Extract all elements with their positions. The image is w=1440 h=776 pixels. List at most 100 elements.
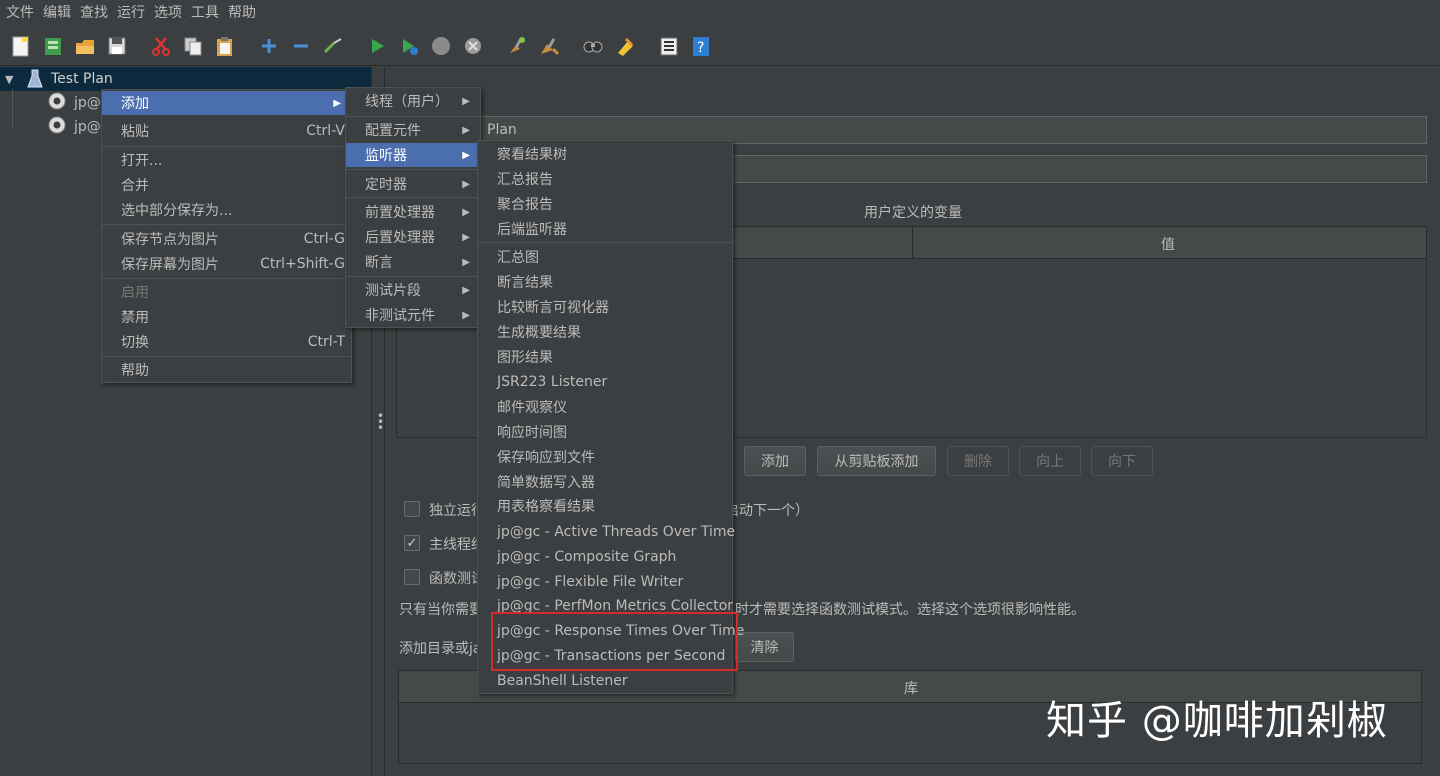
clear-icon[interactable] — [504, 33, 530, 59]
gear-icon — [46, 90, 68, 116]
menu-item-toggle[interactable]: 切换 Ctrl-T — [102, 330, 351, 354]
copy-icon[interactable] — [180, 33, 206, 59]
submenu-item-threads[interactable]: 线程（用户） ▶ — [346, 89, 480, 113]
drag-handle-icon[interactable]: • • • — [377, 410, 384, 434]
run-groups-consecutively-checkbox[interactable] — [404, 501, 420, 517]
search-icon[interactable] — [580, 33, 606, 59]
listener-item[interactable]: 汇总图 — [478, 245, 732, 269]
listener-item[interactable]: jp@gc - Flexible File Writer — [478, 570, 732, 594]
menu-help[interactable]: 帮助 — [226, 2, 263, 22]
expand-icon[interactable] — [256, 33, 282, 59]
flask-icon — [27, 69, 43, 93]
listener-item[interactable]: 邮件观察仪 — [478, 395, 732, 419]
teardown-checkbox[interactable]: ✓ — [404, 535, 420, 551]
submenu-item-test-fragment[interactable]: 测试片段 ▶ — [346, 278, 480, 302]
chevron-right-icon: ▶ — [462, 206, 470, 218]
menu-run[interactable]: 运行 — [115, 2, 152, 22]
reset-search-icon[interactable] — [612, 33, 638, 59]
listener-item[interactable]: JSR223 Listener — [478, 370, 732, 394]
submenu-item-preprocessor[interactable]: 前置处理器 ▶ — [346, 200, 480, 224]
down-button[interactable]: 向下 — [1091, 446, 1153, 476]
submenu-item-non-test[interactable]: 非测试元件 ▶ — [346, 303, 480, 327]
up-button[interactable]: 向上 — [1019, 446, 1081, 476]
clear-all-icon[interactable] — [536, 33, 562, 59]
open-icon[interactable] — [72, 33, 98, 59]
start-no-pause-icon[interactable] — [396, 33, 422, 59]
tree-node-label: jp@ — [74, 95, 101, 111]
chevron-down-icon[interactable]: ▼ — [5, 73, 13, 86]
menu-item-save-node-image[interactable]: 保存节点为图片 Ctrl-G — [102, 227, 351, 251]
listener-item[interactable]: 后端监听器 — [478, 217, 732, 241]
svg-text:?: ? — [697, 40, 704, 56]
menu-item-open[interactable]: 打开... — [102, 148, 351, 172]
cut-icon[interactable] — [148, 33, 174, 59]
classpath-label: 添加目录或ja — [399, 641, 482, 657]
menu-item-paste[interactable]: 粘贴 Ctrl-V — [102, 119, 351, 143]
menu-item-add[interactable]: 添加 ▶ — [102, 91, 351, 115]
chevron-right-icon: ▶ — [333, 97, 341, 109]
templates-icon[interactable] — [40, 33, 66, 59]
help-icon[interactable]: ? — [688, 33, 714, 59]
listener-item[interactable]: 生成概要结果 — [478, 320, 732, 344]
menu-item-merge[interactable]: 合并 — [102, 173, 351, 197]
start-icon[interactable] — [364, 33, 390, 59]
new-icon[interactable] — [8, 33, 34, 59]
paste-icon[interactable] — [212, 33, 238, 59]
listener-item[interactable]: 聚合报告 — [478, 192, 732, 216]
chevron-right-icon: ▶ — [462, 95, 470, 107]
context-menu: 添加 ▶ 粘贴 Ctrl-V 打开... 合并 选中部分保存为... 保存节点为图片… — [101, 89, 352, 383]
add-button[interactable]: 添加 — [744, 446, 806, 476]
user-vars-title: 用户定义的变量 — [864, 205, 962, 221]
toggle-icon[interactable] — [320, 33, 346, 59]
tree-node-label: jp@ — [74, 119, 101, 135]
add-from-clipboard-button[interactable]: 从剪贴板添加 — [817, 446, 936, 476]
listener-item[interactable]: 察看结果树 — [478, 142, 732, 166]
listener-item[interactable]: 汇总报告 — [478, 167, 732, 191]
tree-node-listener-1[interactable]: jp@ — [46, 91, 101, 115]
menu-edit[interactable]: 编辑 — [41, 2, 78, 22]
stop-icon[interactable] — [428, 33, 454, 59]
functional-mode-checkbox[interactable] — [404, 569, 420, 585]
listener-item[interactable]: 简单数据写入器 — [478, 470, 732, 494]
tree-node-listener-2[interactable]: jp@ — [46, 115, 101, 139]
menu-item-save-selection[interactable]: 选中部分保存为... — [102, 198, 351, 222]
chevron-right-icon: ▶ — [462, 256, 470, 268]
menu-item-enable[interactable]: 启用 — [102, 280, 351, 304]
menu-file[interactable]: 文件 — [4, 2, 41, 22]
tree-node-label: Test Plan — [51, 71, 113, 87]
tree-node-test-plan[interactable]: ▼ Test Plan — [0, 67, 371, 91]
menu-tools[interactable]: 工具 — [189, 2, 226, 22]
column-header-library[interactable]: 库 — [904, 678, 918, 698]
submenu-item-postprocessor[interactable]: 后置处理器 ▶ — [346, 225, 480, 249]
functional-mode-note: 只有当你需要 — [399, 602, 483, 618]
chevron-right-icon: ▶ — [462, 309, 470, 321]
submenu-item-timer[interactable]: 定时器 ▶ — [346, 172, 480, 196]
save-icon[interactable] — [104, 33, 130, 59]
menu-item-help[interactable]: 帮助 — [102, 358, 351, 382]
listener-item[interactable]: 图形结果 — [478, 345, 732, 369]
menubar: 文件 编辑 查找 运行 选项 工具 帮助 — [0, 0, 1440, 24]
listener-item[interactable]: 比较断言可视化器 — [478, 295, 732, 319]
function-helper-icon[interactable] — [656, 33, 682, 59]
functional-mode-note-tail: 时才需要选择函数测试模式。选择这个选项很影响性能。 — [735, 602, 1085, 618]
submenu-item-assertion[interactable]: 断言 ▶ — [346, 250, 480, 274]
menu-options[interactable]: 选项 — [152, 2, 189, 22]
collapse-icon[interactable] — [288, 33, 314, 59]
listener-item[interactable]: 保存响应到文件 — [478, 445, 732, 469]
submenu-item-listener[interactable]: 监听器 ▶ — [346, 143, 480, 167]
menu-item-save-screen-image[interactable]: 保存屏幕为图片 Ctrl+Shift-G — [102, 252, 351, 276]
shutdown-icon[interactable] — [460, 33, 486, 59]
listener-item[interactable]: 断言结果 — [478, 270, 732, 294]
delete-button[interactable]: 删除 — [947, 446, 1009, 476]
watermark: 知乎 @咖啡加剁椒 — [1046, 698, 1388, 744]
chevron-right-icon: ▶ — [462, 149, 470, 161]
submenu-item-config[interactable]: 配置元件 ▶ — [346, 118, 480, 142]
listener-item[interactable]: 用表格察看结果 — [478, 494, 732, 518]
column-header-value[interactable]: 值 — [1161, 234, 1175, 254]
listener-item[interactable]: jp@gc - Composite Graph — [478, 545, 732, 569]
listener-item[interactable]: 响应时间图 — [478, 420, 732, 444]
listener-item[interactable]: BeanShell Listener — [478, 669, 732, 693]
menu-item-disable[interactable]: 禁用 — [102, 305, 351, 329]
listener-item[interactable]: jp@gc - Active Threads Over Time — [478, 520, 735, 544]
menu-search[interactable]: 查找 — [78, 2, 115, 22]
